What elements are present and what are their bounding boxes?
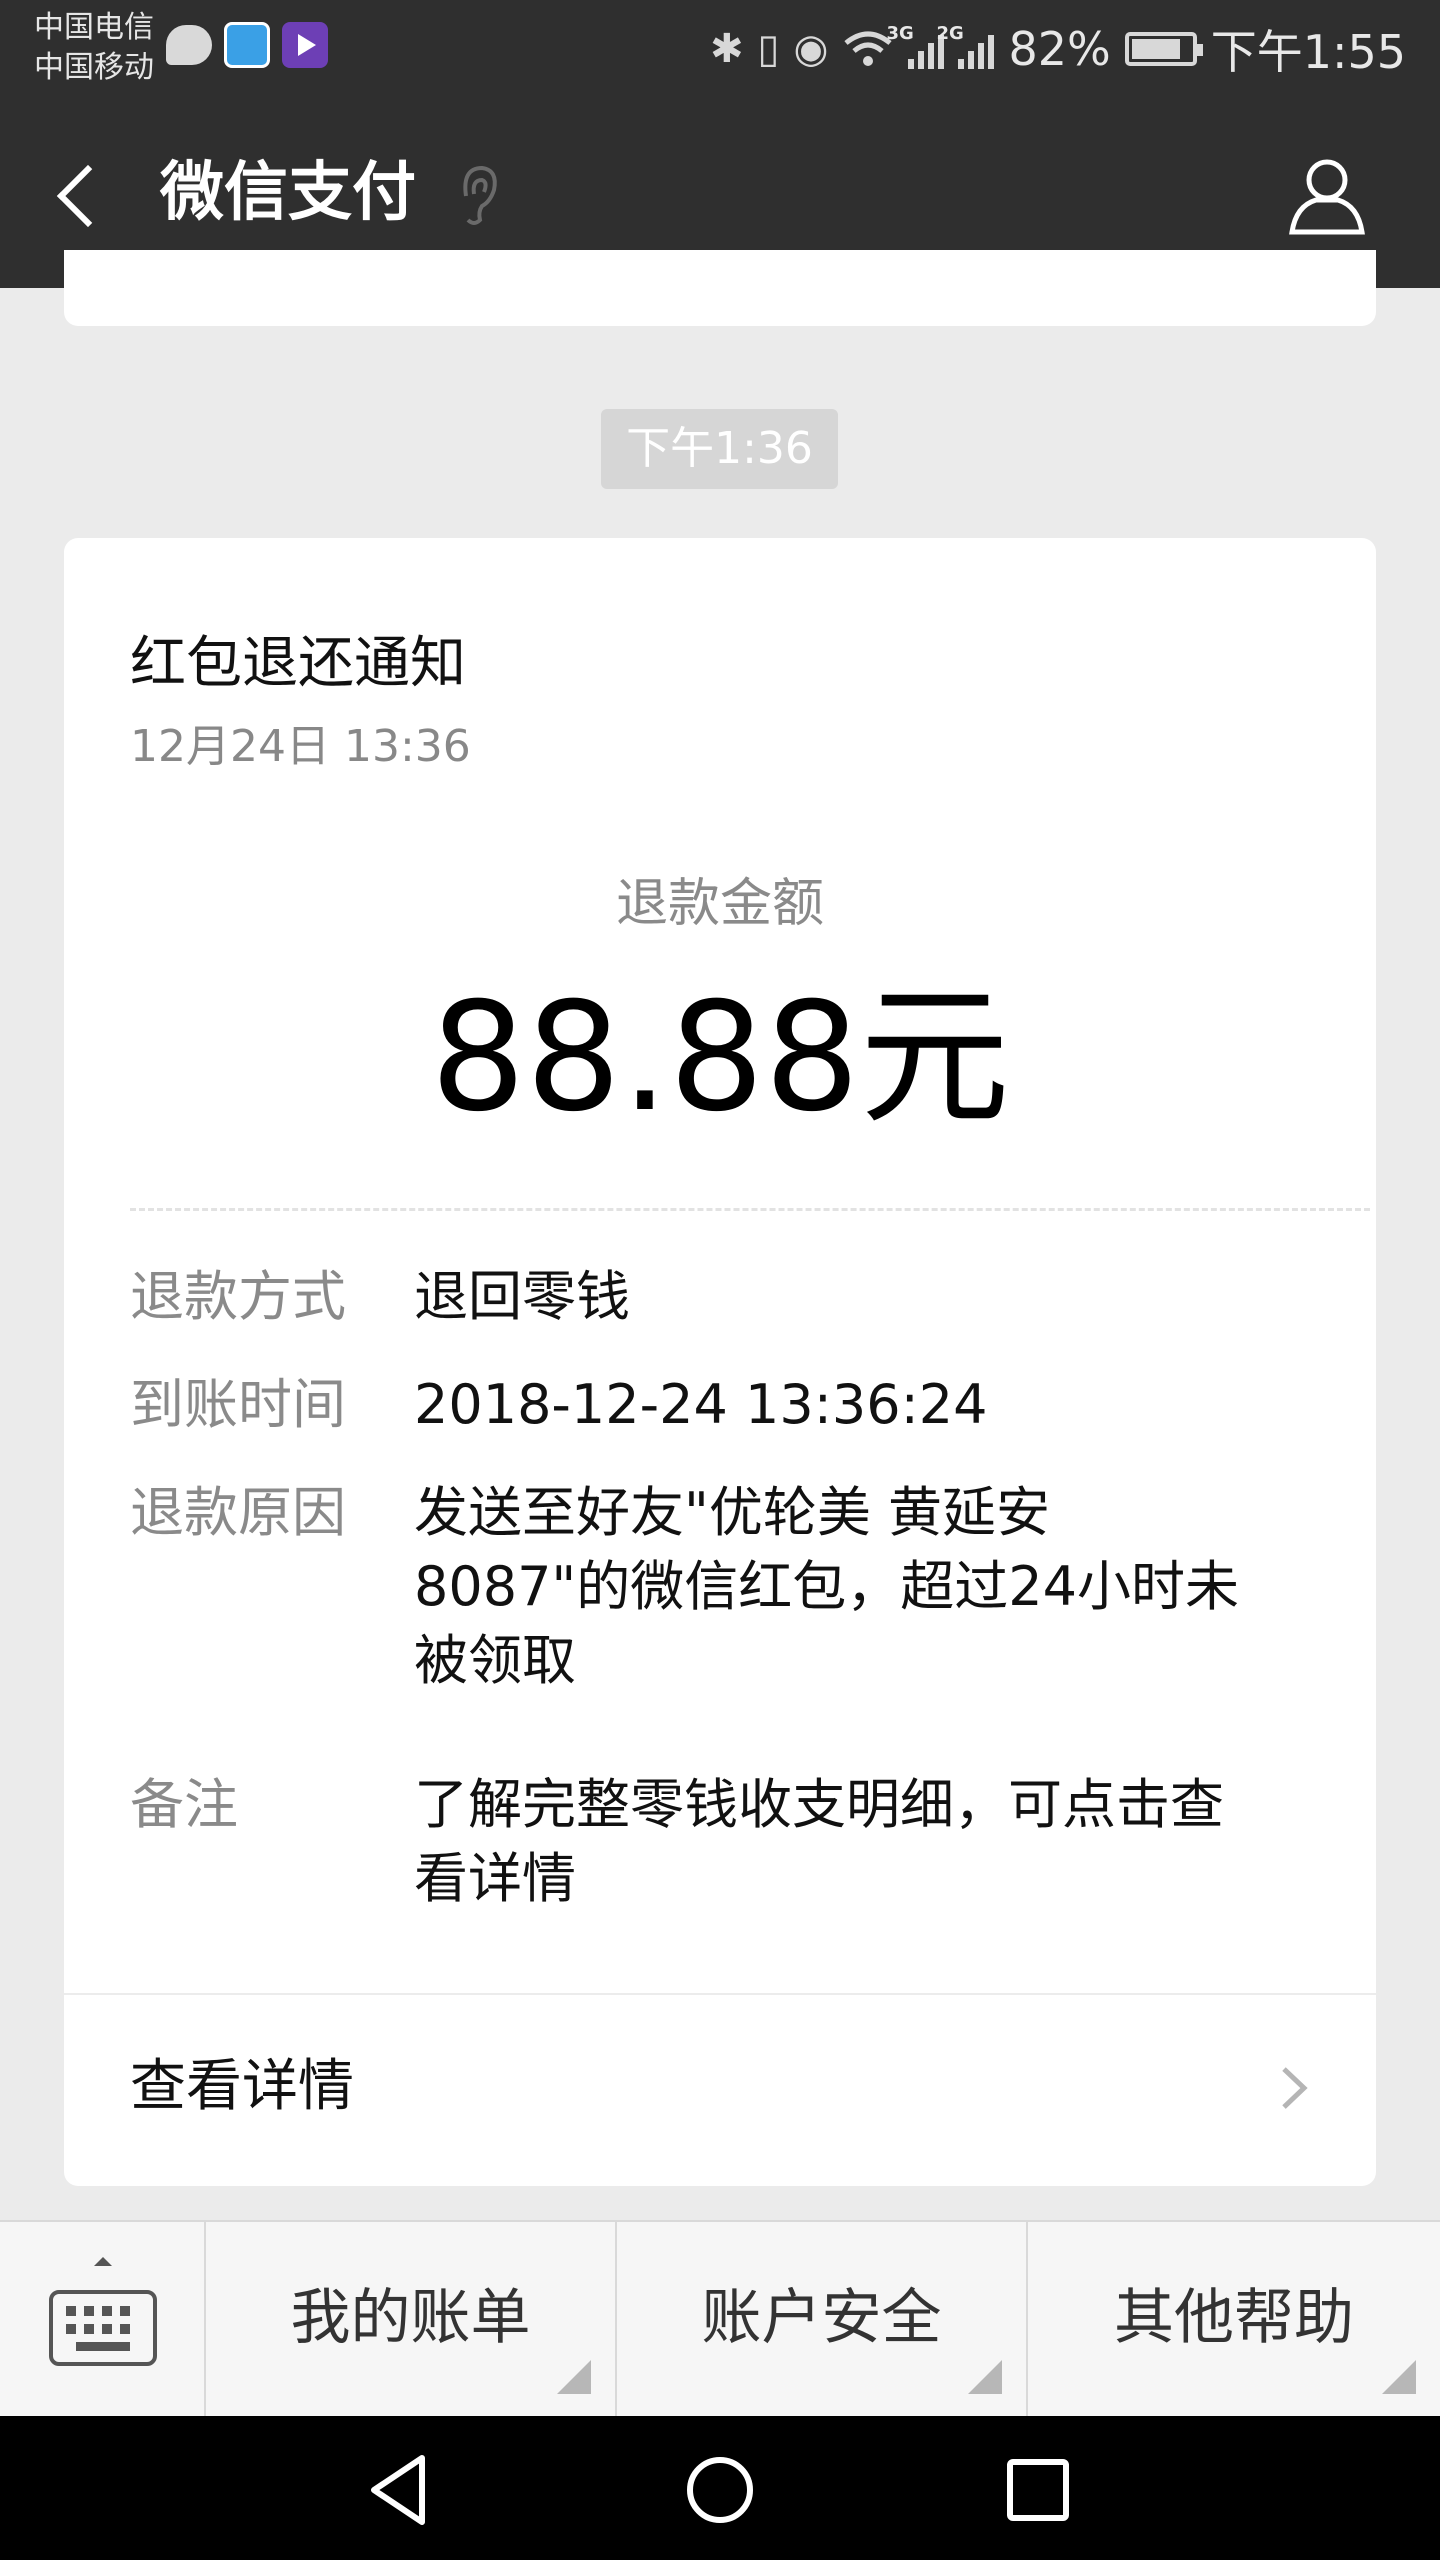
menu-other-help[interactable]: 其他帮助 (1028, 2222, 1440, 2416)
browser-app-icon (224, 22, 270, 68)
card-title: 红包退还通知 (130, 631, 466, 696)
chevron-right-icon (1282, 2067, 1308, 2109)
nav-back-icon[interactable] (352, 2440, 452, 2540)
user-profile-icon[interactable] (1282, 150, 1372, 240)
battery-percent: 82% (1008, 22, 1111, 76)
nav-home-icon[interactable] (670, 2440, 770, 2540)
refund-notice-card[interactable]: 红包退还通知 12月24日 13:36 退款金额 88.88元 退款方式 退回零… (64, 538, 1376, 2186)
menu-label: 我的账单 (290, 2283, 531, 2353)
field-value-line: 退回零钱 (414, 1265, 630, 1328)
field-value-line: 被领取 (414, 1629, 576, 1692)
menu-label: 账户安全 (701, 2283, 942, 2353)
system-status: ✱ ▯ ◉ 3G 2G 82% 下午1:55 (710, 14, 1406, 84)
field-value-line: 8087"的微信红包，超过24小时未 (414, 1555, 1239, 1618)
navigation-bar (0, 2416, 1440, 2560)
field-label: 退款原因 (130, 1481, 346, 1544)
submenu-indicator-icon (557, 2360, 591, 2394)
menu-my-bills[interactable]: 我的账单 (206, 2222, 617, 2416)
menu-account-security[interactable]: 账户安全 (617, 2222, 1028, 2416)
message-icon (166, 25, 212, 65)
field-label: 备注 (130, 1773, 238, 1836)
video-app-icon (282, 22, 328, 68)
vibrate-icon: ▯ (757, 26, 780, 72)
page-title: 微信支付 (160, 156, 416, 230)
dashed-divider (130, 1208, 1370, 1211)
submenu-indicator-icon (1382, 2360, 1416, 2394)
carrier-1: 中国电信 (34, 10, 154, 45)
carrier-labels: 中国电信 中国移动 (34, 8, 154, 88)
eye-care-icon: ◉ (793, 26, 829, 72)
refund-amount: 88.88元 (430, 971, 1010, 1145)
view-details-label: 查看详情 (130, 2054, 354, 2119)
field-value-line: 2018-12-24 13:36:24 (414, 1373, 988, 1436)
signal-icon: 2G (936, 23, 995, 69)
field-value-line: 了解完整零钱收支明细，可点击查 (414, 1773, 1224, 1836)
field-value-line: 看详情 (414, 1847, 576, 1910)
official-account-menu: 我的账单 账户安全 其他帮助 (0, 2220, 1440, 2416)
submenu-indicator-icon (968, 2360, 1002, 2394)
ear-icon (463, 165, 497, 225)
field-value: 了解完整零钱收支明细，可点击查 看详情 (414, 1768, 1314, 1916)
network-2g-label: 2G (936, 23, 964, 44)
keyboard-toggle-button[interactable] (0, 2222, 206, 2416)
field-label: 退款方式 (130, 1265, 346, 1328)
back-button[interactable] (46, 148, 116, 238)
message-timestamp: 下午1:36 (601, 409, 838, 489)
field-value: 退回零钱 (414, 1260, 1314, 1334)
field-value-line: 发送至好友"优轮美 黄延安 (414, 1481, 1051, 1544)
previous-message-card (64, 250, 1376, 326)
view-details-link[interactable]: 查看详情 (64, 1995, 1376, 2185)
notification-icons (166, 22, 328, 68)
battery-icon (1124, 32, 1203, 66)
field-label: 到账时间 (130, 1373, 346, 1436)
status-bar: 中国电信 中国移动 ✱ ▯ ◉ 3G 2G 82% 下午1:55 (0, 0, 1440, 98)
clock: 下午1:55 (1210, 25, 1406, 79)
card-date: 12月24日 13:36 (130, 721, 471, 772)
field-value: 2018-12-24 13:36:24 (414, 1368, 1314, 1442)
field-value: 发送至好友"优轮美 黄延安 8087"的微信红包，超过24小时未 被领取 (414, 1476, 1314, 1698)
bluetooth-icon: ✱ (710, 26, 744, 72)
network-3g-label: 3G (886, 23, 914, 44)
amount-label: 退款金额 (615, 874, 824, 934)
menu-label: 其他帮助 (1114, 2283, 1354, 2353)
nav-recents-icon[interactable] (988, 2440, 1088, 2540)
keyboard-icon (49, 2257, 157, 2366)
carrier-2: 中国移动 (34, 50, 154, 85)
